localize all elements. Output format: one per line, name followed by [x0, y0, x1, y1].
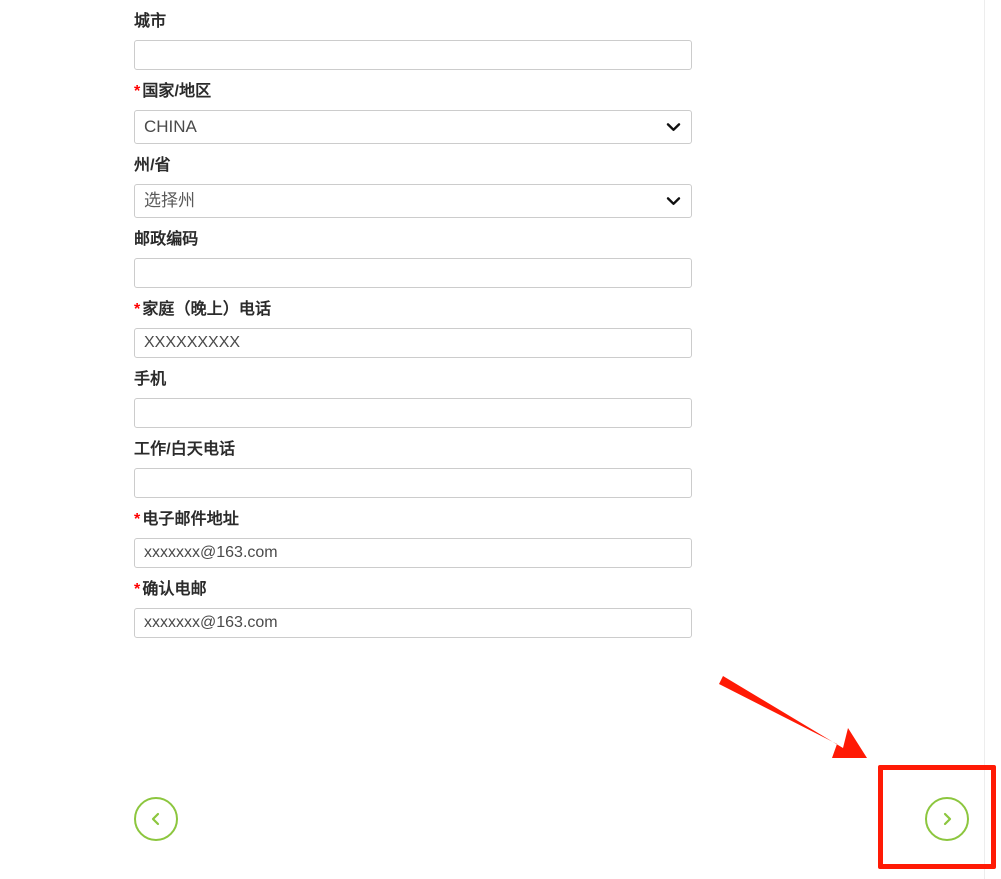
chevron-right-icon: [939, 811, 955, 827]
label-email-address: * 电子邮件地址: [134, 498, 692, 538]
label-text: 手机: [134, 371, 167, 388]
input-confirm-email[interactable]: [134, 608, 692, 638]
input-wrap-work-daytime-phone: [134, 468, 692, 498]
select-value-country-region[interactable]: CHINA: [134, 110, 692, 144]
input-mobile-phone[interactable]: [134, 398, 692, 428]
label-country-region: * 国家/地区: [134, 70, 692, 110]
label-text: 国家/地区: [142, 83, 212, 100]
page-scroll-area: 城市*国家/地区CHINA州/省选择州邮政编码*家庭（晚上）电话手机工作/白天电…: [0, 0, 993, 879]
field-state-province: 州/省选择州: [134, 144, 692, 218]
input-wrap-mobile-phone: [134, 398, 692, 428]
label-postal-code: 邮政编码: [134, 218, 692, 258]
label-text: 邮政编码: [134, 231, 199, 248]
select-value-state-province[interactable]: 选择州: [134, 184, 692, 218]
label-text: 家庭（晚上）电话: [142, 301, 272, 318]
form-navigation: [0, 793, 993, 879]
label-text: 城市: [134, 13, 167, 30]
required-marker: *: [134, 301, 141, 318]
registration-form: 城市*国家/地区CHINA州/省选择州邮政编码*家庭（晚上）电话手机工作/白天电…: [134, 0, 692, 638]
input-wrap-city: [134, 40, 692, 70]
input-postal-code[interactable]: [134, 258, 692, 288]
input-wrap-postal-code: [134, 258, 692, 288]
input-city[interactable]: [134, 40, 692, 70]
select-state-province[interactable]: 选择州: [134, 184, 692, 218]
input-wrap-email-address: [134, 538, 692, 568]
field-mobile-phone: 手机: [134, 358, 692, 428]
label-city: 城市: [134, 0, 692, 40]
next-step-button[interactable]: [925, 797, 969, 841]
required-marker: *: [134, 511, 141, 528]
previous-step-button[interactable]: [134, 797, 178, 841]
select-country-region[interactable]: CHINA: [134, 110, 692, 144]
input-work-daytime-phone[interactable]: [134, 468, 692, 498]
field-email-address: * 电子邮件地址: [134, 498, 692, 568]
label-text: 确认电邮: [142, 581, 207, 598]
field-confirm-email: * 确认电邮: [134, 568, 692, 638]
input-wrap-confirm-email: [134, 608, 692, 638]
chevron-left-icon: [148, 811, 164, 827]
field-postal-code: 邮政编码: [134, 218, 692, 288]
label-text: 州/省: [134, 157, 171, 174]
label-state-province: 州/省: [134, 144, 692, 184]
field-home-evening-phone: * 家庭（晚上）电话: [134, 288, 692, 358]
label-mobile-phone: 手机: [134, 358, 692, 398]
field-city: 城市: [134, 0, 692, 70]
label-confirm-email: * 确认电邮: [134, 568, 692, 608]
vertical-scrollbar[interactable]: [984, 0, 993, 879]
label-text: 工作/白天电话: [134, 441, 236, 458]
input-wrap-home-evening-phone: [134, 328, 692, 358]
field-work-daytime-phone: 工作/白天电话: [134, 428, 692, 498]
input-email-address[interactable]: [134, 538, 692, 568]
required-marker: *: [134, 581, 141, 598]
label-home-evening-phone: * 家庭（晚上）电话: [134, 288, 692, 328]
label-text: 电子邮件地址: [142, 511, 239, 528]
input-home-evening-phone[interactable]: [134, 328, 692, 358]
required-marker: *: [134, 83, 141, 100]
field-country-region: * 国家/地区 CHINA: [134, 70, 692, 144]
label-work-daytime-phone: 工作/白天电话: [134, 428, 692, 468]
